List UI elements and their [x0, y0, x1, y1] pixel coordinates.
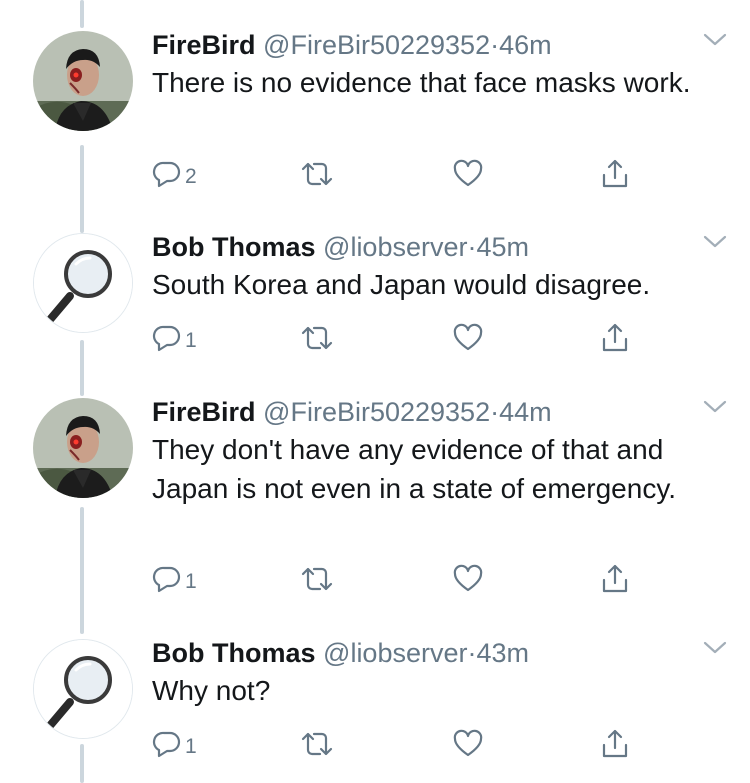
separator: ·	[490, 30, 500, 60]
chevron-down-icon[interactable]	[702, 640, 728, 661]
share-button[interactable]	[600, 561, 630, 597]
reply-icon	[152, 564, 182, 594]
retweet-icon	[300, 159, 334, 189]
like-icon	[452, 323, 484, 353]
avatar[interactable]	[33, 639, 133, 739]
tweet[interactable]: Bob Thomas @liobserver·43m Why not? 1	[0, 636, 750, 783]
tweet[interactable]: FireBird @FireBir50229352·44m They don't…	[0, 395, 750, 605]
tweet-header: FireBird @FireBir50229352·44m	[152, 395, 552, 429]
author-name[interactable]: FireBird	[152, 397, 256, 427]
author-name[interactable]: Bob Thomas	[152, 638, 316, 668]
terminator-avatar-image	[33, 398, 133, 498]
reply-icon	[152, 729, 182, 759]
timestamp[interactable]: 43m	[476, 638, 529, 668]
chevron-down-icon[interactable]	[702, 234, 728, 255]
separator: ·	[490, 397, 500, 427]
avatar[interactable]	[33, 233, 133, 333]
tweet-text: They don't have any evidence of that and…	[152, 434, 677, 504]
author-handle[interactable]: @FireBir50229352	[263, 30, 490, 60]
avatar[interactable]	[33, 398, 133, 498]
share-button[interactable]	[600, 156, 630, 192]
tweet-text: South Korea and Japan would disagree.	[152, 269, 651, 300]
reply-icon	[152, 159, 182, 189]
retweet-button[interactable]	[300, 726, 334, 762]
magnifying-glass-avatar-image	[34, 234, 132, 332]
like-button[interactable]	[452, 320, 484, 356]
terminator-avatar-image	[33, 31, 133, 131]
tweet[interactable]: Bob Thomas @liobserver·45m South Korea a…	[0, 230, 750, 360]
share-icon	[600, 158, 630, 190]
timestamp[interactable]: 45m	[476, 232, 529, 262]
reply-count: 1	[185, 570, 197, 593]
like-button[interactable]	[452, 561, 484, 597]
retweet-button[interactable]	[300, 320, 334, 356]
chevron-down-icon[interactable]	[702, 399, 728, 420]
timestamp[interactable]: 46m	[499, 30, 552, 60]
reply-button[interactable]: 1	[152, 726, 197, 762]
share-button[interactable]	[600, 320, 630, 356]
tweet-header: Bob Thomas @liobserver·43m	[152, 636, 529, 670]
author-handle[interactable]: @FireBir50229352	[263, 397, 490, 427]
like-icon	[452, 159, 484, 189]
author-handle[interactable]: @liobserver	[323, 232, 467, 262]
reply-count: 1	[185, 735, 197, 758]
retweet-icon	[300, 323, 334, 353]
retweet-button[interactable]	[300, 156, 334, 192]
reply-count: 1	[185, 329, 197, 352]
reply-button[interactable]: 1	[152, 561, 197, 597]
avatar[interactable]	[33, 31, 133, 131]
reply-icon	[152, 323, 182, 353]
like-icon	[452, 564, 484, 594]
share-icon	[600, 322, 630, 354]
reply-button[interactable]: 2	[152, 156, 197, 192]
like-button[interactable]	[452, 156, 484, 192]
author-name[interactable]: FireBird	[152, 30, 256, 60]
tweet-text: Why not?	[152, 675, 271, 706]
tweet-actions: 1	[152, 726, 642, 762]
tweet-actions: 1	[152, 320, 642, 356]
share-icon	[600, 728, 630, 760]
reply-count: 2	[185, 165, 197, 188]
retweet-icon	[300, 564, 334, 594]
tweet-actions: 2	[152, 156, 642, 192]
like-button[interactable]	[452, 726, 484, 762]
tweet-header: Bob Thomas @liobserver·45m	[152, 230, 529, 264]
tweet-text: There is no evidence that face masks wor…	[152, 67, 691, 98]
tweet-actions: 1	[152, 561, 642, 597]
chevron-down-icon[interactable]	[702, 32, 728, 53]
share-icon	[600, 563, 630, 595]
retweet-icon	[300, 729, 334, 759]
tweet[interactable]: FireBird @FireBir50229352·46m There is n…	[0, 28, 750, 198]
tweet-header: FireBird @FireBir50229352·46m	[152, 28, 552, 62]
retweet-button[interactable]	[300, 561, 334, 597]
author-handle[interactable]: @liobserver	[323, 638, 467, 668]
share-button[interactable]	[600, 726, 630, 762]
thread-line	[80, 0, 84, 28]
like-icon	[452, 729, 484, 759]
author-name[interactable]: Bob Thomas	[152, 232, 316, 262]
timestamp[interactable]: 44m	[499, 397, 552, 427]
magnifying-glass-avatar-image	[34, 640, 132, 738]
reply-button[interactable]: 1	[152, 320, 197, 356]
